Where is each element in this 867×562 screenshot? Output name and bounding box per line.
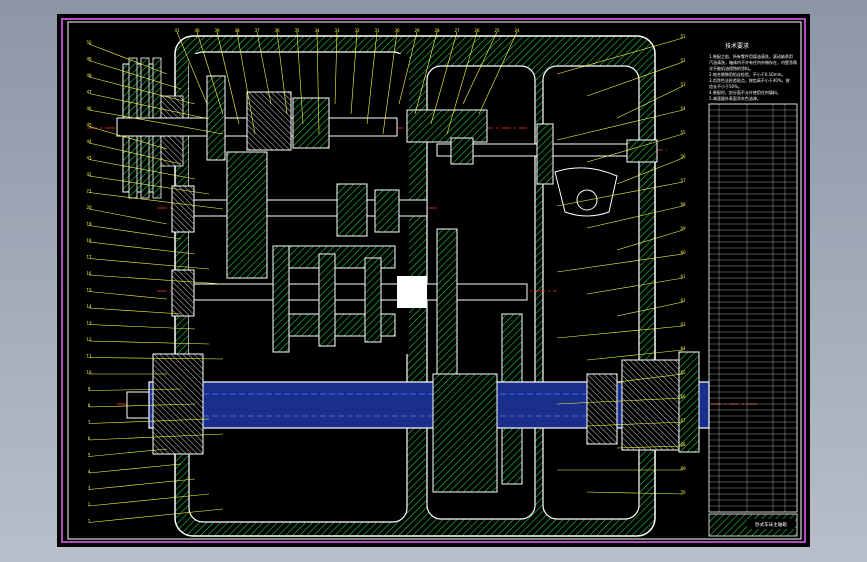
balloon-left: 16 [86,271,92,276]
balloon-right: 68 [680,442,686,447]
balloon-right: 55 [680,130,686,135]
balloon-left: 42 [86,172,92,177]
balloon-left: 8 [88,403,91,408]
tech-req-line: 汽油清洗，箱体内不许有任何杂物存在，内壁涂两 [709,59,797,65]
balloon-right: 51 [680,34,686,39]
balloon-top: 29 [414,28,420,33]
balloon-top: 36 [274,28,280,33]
balloon-top: 34 [314,28,320,33]
balloon-left: 21 [86,189,92,194]
balloon-left: 17 [86,255,92,260]
balloon-right: 70 [680,490,686,495]
balloon-left: 11 [86,354,92,359]
balloon-right: 53 [680,82,686,87]
balloon-right: 65 [680,370,686,375]
balloon-right: 66 [680,394,686,399]
tech-req-line: 2.啮合侧隙用铅丝检验，不小于0.16mm。 [709,71,786,77]
balloon-left: 43 [86,156,92,161]
tech-req-line: 3.用涂色法检验斑点，按齿高不小于40%，按 [709,77,790,83]
balloon-left: 18 [86,238,92,243]
leader-line [88,208,168,225]
balloon-top: 35 [294,28,300,33]
balloon-top: 28 [434,28,440,33]
tech-req-line: 次不被机油侵蚀的涂料。 [709,65,753,71]
balloon-left: 47 [86,90,92,95]
leader-line [88,225,182,240]
balloon-top: 25 [494,28,500,33]
tech-req-title: 技术要求 [725,42,749,50]
balloon-left: 48 [86,73,92,78]
balloon-left: 20 [86,205,92,210]
balloon-left: 2 [88,502,91,507]
balloon-right: 63 [680,322,686,327]
balloon-right: 58 [680,202,686,207]
title-block-title: 卧式车床主轴箱 [755,521,787,528]
tech-req-line: 4.装配时，剖分面不允许使用任何填料。 [709,89,781,95]
balloon-right: 62 [680,298,686,303]
balloon-top: 26 [474,28,480,33]
balloon-right: 54 [680,106,686,111]
balloon-right: 52 [680,58,686,63]
cad-drawing-sheet: 41 40 39 38 37 36 35 34 33 32 31 30 29 28 27 26 25 24 50 49… [57,14,810,547]
tech-req-line: 齿长不小于50%。 [709,83,742,89]
balloon-top: 30 [394,28,400,33]
balloon-left: 12 [86,337,92,342]
balloon-left: 49 [86,57,92,62]
balloon-left: 15 [86,288,92,293]
balloon-left: 19 [86,222,92,227]
balloon-top: 31 [374,28,380,33]
balloon-left: 46 [86,106,92,111]
balloon-left: 6 [88,436,91,441]
balloon-top: 27 [454,28,460,33]
balloon-right: 67 [680,418,686,423]
balloon-left: 3 [88,486,91,491]
balloon-left: 50 [86,40,92,45]
leader-line [88,307,182,315]
balloon-left: 14 [86,304,92,309]
balloon-right: 56 [680,154,686,159]
balloon-right: 64 [680,346,686,351]
balloon-right: 59 [680,226,686,231]
balloon-left: 10 [86,370,92,375]
tech-req-line: 1.装配之前，所有零件用煤油清洗，滚动轴承用 [709,53,793,59]
balloon-right: 57 [680,178,686,183]
balloon-left: 5 [88,453,91,458]
balloon-left: 44 [86,139,92,144]
balloon-left: 4 [88,469,91,474]
title-block: 卧式车床主轴箱 [708,513,798,537]
balloon-top: 38 [234,28,240,33]
balloon-left: 45 [86,123,92,128]
balloon-right: 60 [680,250,686,255]
balloon-left: 9 [88,387,91,392]
balloon-left: 7 [88,420,91,425]
parts-list-table [708,103,798,513]
balloon-top: 41 [174,28,180,33]
gearbox-assembly-drawing: 41 40 39 38 37 36 35 34 33 32 31 30 29 28 27 26 25 245049… [61,18,806,543]
balloon-top: 32 [354,28,360,33]
balloon-top: 33 [334,28,340,33]
balloon-left: 13 [86,321,92,326]
leader-line [88,291,168,300]
balloon-top: 39 [214,28,220,33]
balloon-top: 24 [514,28,520,33]
balloon-left: 1 [88,519,91,524]
balloon-top: 40 [194,28,200,33]
technical-requirements: 技术要求 1.装配之前，所有零件用煤油清洗，滚动轴承用 汽油清洗，箱体内不许有任… [709,42,797,101]
balloon-right: 69 [680,466,686,471]
balloon-right: 61 [680,274,686,279]
tech-req-line: 5.减速器外表面涂灰色油漆。 [709,95,761,101]
leader-line [88,463,182,474]
balloon-top: 37 [254,28,260,33]
